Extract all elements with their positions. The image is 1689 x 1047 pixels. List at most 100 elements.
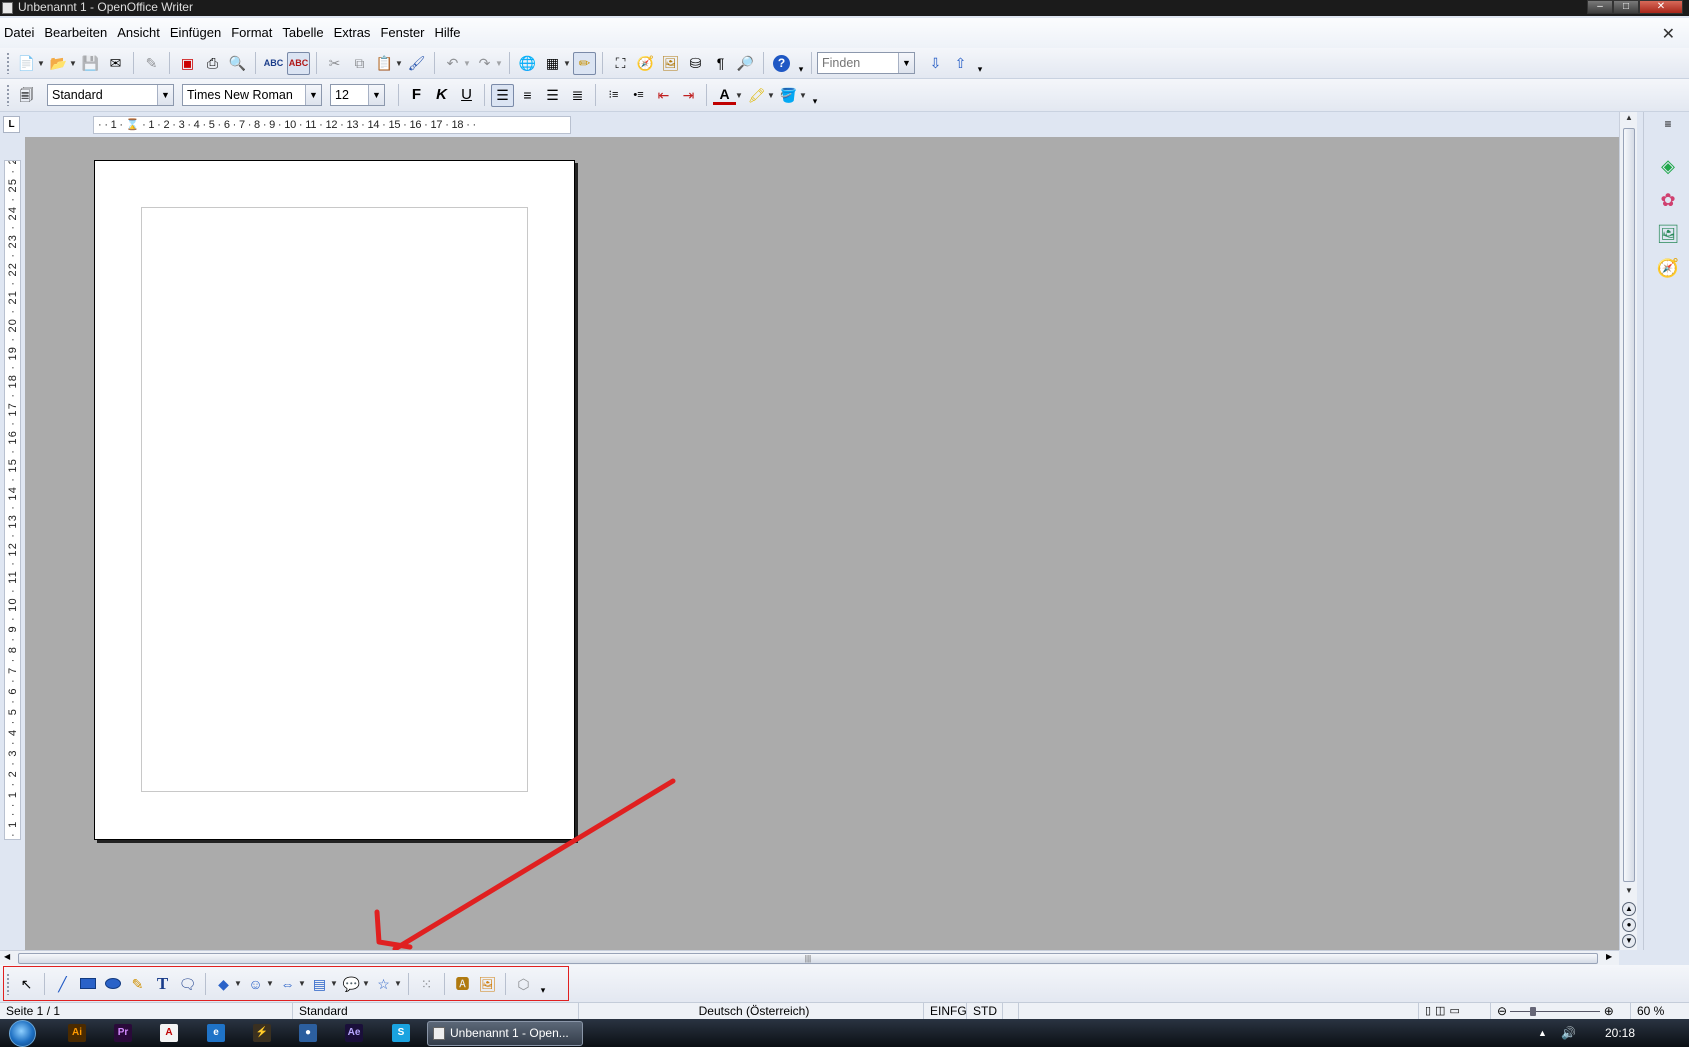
chevron-down-icon[interactable]: ▼ [799, 91, 807, 100]
align-right-icon[interactable]: ☰ [541, 84, 564, 107]
formatting-marks-icon[interactable]: ¶ [709, 52, 732, 75]
bullets-icon[interactable]: •≡ [627, 84, 650, 107]
document-page[interactable] [94, 160, 575, 840]
numbering-icon[interactable]: ⁝≡ [602, 84, 625, 107]
chevron-down-icon[interactable]: ▼ [767, 91, 775, 100]
status-page-style[interactable]: Standard [292, 1003, 348, 1019]
toolbar-grip[interactable] [6, 84, 10, 106]
flash-icon[interactable]: ⚡ [253, 1024, 271, 1042]
speaker-icon[interactable]: 🔊 [1561, 1019, 1576, 1047]
redo-icon[interactable]: ↷ [473, 52, 496, 75]
symbol-shapes-icon[interactable]: ☺ [244, 972, 267, 995]
bold-button[interactable]: F [405, 84, 428, 107]
callouts-icon[interactable]: 🗨 [176, 972, 199, 995]
block-arrows-icon[interactable]: ⇔ [276, 972, 299, 995]
acrobat-icon[interactable]: A [160, 1024, 178, 1042]
edit-file-icon[interactable]: ✎ [140, 52, 163, 75]
status-insert-mode[interactable]: EINFG [923, 1003, 967, 1019]
chevron-down-icon[interactable]: ▼ [305, 85, 321, 105]
save-icon[interactable]: 💾 [79, 52, 102, 75]
after-effects-icon[interactable]: Ae [345, 1024, 363, 1042]
minimize-button[interactable]: – [1587, 0, 1613, 14]
start-button[interactable] [9, 1020, 36, 1047]
chevron-down-icon[interactable]: ▼ [898, 53, 914, 73]
chevron-down-icon[interactable]: ▼ [266, 979, 274, 988]
copy-icon[interactable]: ⧉ [348, 52, 371, 75]
italic-button[interactable]: K [430, 84, 453, 107]
freeform-line-icon[interactable]: ✎ [126, 972, 149, 995]
fontwork-gallery-icon[interactable]: 🅰 [451, 972, 474, 995]
show-draw-functions-icon[interactable]: ✏ [573, 51, 596, 75]
justify-icon[interactable]: ≣ [566, 84, 589, 107]
gallery-icon[interactable]: 🖼 [1656, 222, 1680, 246]
callout-shapes-icon[interactable]: 💬 [340, 972, 363, 995]
stars-icon[interactable]: ☆ [372, 972, 395, 995]
navigator-icon[interactable]: 🧭 [634, 52, 657, 75]
navigation-icon[interactable]: ● [1622, 918, 1636, 932]
line-icon[interactable]: ╱ [51, 972, 74, 995]
zoom-in-icon[interactable]: ⊕ [1604, 1004, 1614, 1018]
ellipse-icon[interactable] [101, 972, 124, 995]
gallery-icon[interactable]: 🖼 [659, 52, 682, 75]
rectangle-icon[interactable] [76, 972, 99, 995]
menu-format[interactable]: Format [227, 18, 278, 48]
horizontal-scroll-thumb[interactable]: ||| [18, 953, 1598, 964]
open-icon[interactable]: 📂 [47, 52, 70, 75]
export-pdf-icon[interactable]: ▣ [176, 52, 199, 75]
scroll-up-icon[interactable]: ▲ [1623, 112, 1635, 124]
horizontal-scrollbar[interactable]: ◀ ||| ▶ [0, 950, 1619, 965]
document-canvas[interactable] [25, 137, 1619, 950]
find-previous-icon[interactable]: ⇧ [949, 52, 972, 75]
chevron-down-icon[interactable]: ▼ [395, 59, 403, 68]
table-icon[interactable]: ▦ [541, 52, 564, 75]
from-file-icon[interactable]: 🖼 [476, 972, 499, 995]
find-input[interactable] [822, 56, 896, 70]
illustrator-icon[interactable]: Ai [68, 1024, 86, 1042]
tab-stop-selector[interactable]: L [3, 116, 20, 133]
print-icon[interactable]: ⎙ [201, 52, 224, 75]
text-icon[interactable]: T [151, 972, 174, 995]
chevron-down-icon[interactable]: ▼ [463, 59, 471, 68]
toolbar-overflow-button[interactable]: ▾ [796, 52, 806, 74]
page-preview-icon[interactable]: 🔍 [226, 52, 249, 75]
toolbar-overflow-button[interactable]: ▾ [975, 52, 985, 74]
chevron-down-icon[interactable]: ▼ [394, 979, 402, 988]
highlighting-icon[interactable]: 🖍 [745, 84, 768, 107]
find-next-icon[interactable]: ⇩ [924, 52, 947, 75]
next-page-icon[interactable]: ▼ [1622, 934, 1636, 948]
previous-page-icon[interactable]: ▲ [1622, 902, 1636, 916]
align-left-icon[interactable]: ☰ [491, 83, 514, 107]
skype-icon[interactable]: S [392, 1024, 410, 1042]
font-color-icon[interactable]: A [713, 85, 736, 105]
clone-format-icon[interactable]: 🖌 [405, 52, 428, 75]
properties-icon[interactable]: ◈ [1656, 154, 1680, 178]
navigator-icon[interactable]: 🧭 [1656, 256, 1680, 280]
hyperlink-icon[interactable]: 🌐 [516, 52, 539, 75]
view-layout-icons[interactable]: ▯◫▭ [1418, 1003, 1464, 1019]
scroll-down-icon[interactable]: ▼ [1623, 885, 1635, 897]
toolbar-overflow-button[interactable]: ▾ [538, 973, 548, 995]
vertical-ruler[interactable]: · 1 · · 1 · 2 · 3 · 4 · 5 · 6 · 7 · 8 · … [4, 160, 21, 840]
maximize-button[interactable]: □ [1613, 0, 1639, 14]
zoom-out-icon[interactable]: ⊖ [1497, 1004, 1507, 1018]
zoom-icon[interactable]: 🔎 [734, 52, 757, 75]
status-zoom[interactable]: 60 % [1630, 1003, 1664, 1019]
vertical-scrollbar[interactable]: ▲ ▼ ▲ ● ▼ [1619, 112, 1637, 950]
horizontal-ruler[interactable]: · · 1 · ⌛ · 1 · 2 · 3 · 4 · 5 · 6 · 7 · … [93, 116, 571, 134]
toolbar-grip[interactable] [6, 52, 10, 74]
app-icon[interactable]: ● [299, 1024, 317, 1042]
flowcharts-icon[interactable]: ▤ [308, 972, 331, 995]
paste-icon[interactable]: 📋 [373, 52, 396, 75]
menu-fenster[interactable]: Fenster [376, 18, 430, 48]
taskbar-clock[interactable]: 20:18 [1605, 1019, 1635, 1047]
email-icon[interactable]: ✉ [104, 52, 127, 75]
chevron-down-icon[interactable]: ▼ [298, 979, 306, 988]
help-icon[interactable]: ? [770, 52, 793, 75]
menu-tabelle[interactable]: Tabelle [278, 18, 329, 48]
paragraph-style-combo[interactable]: Standard ▼ [47, 84, 174, 106]
chevron-down-icon[interactable]: ▼ [563, 59, 571, 68]
scroll-left-icon[interactable]: ◀ [4, 952, 10, 961]
ie-icon[interactable]: e [207, 1024, 225, 1042]
styles-icon[interactable]: ✿ [1656, 188, 1680, 212]
status-page[interactable]: Seite 1 / 1 [0, 1003, 60, 1019]
